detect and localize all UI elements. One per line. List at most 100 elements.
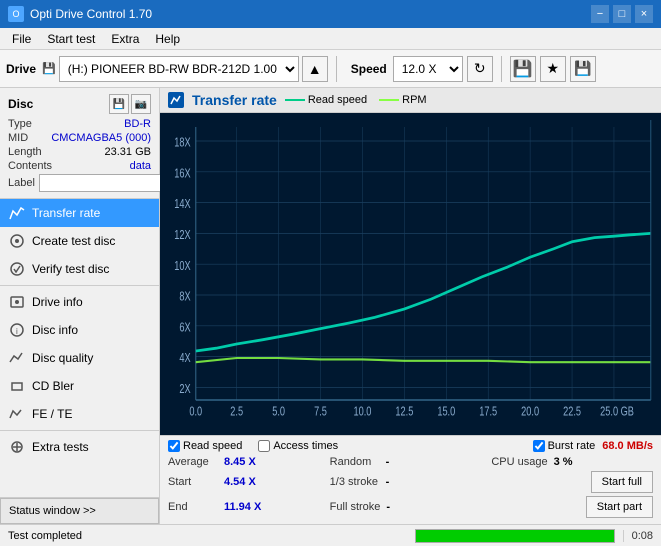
disc-icon-btn-2[interactable]: 📷 — [131, 94, 151, 114]
sidebar: Disc 💾 📷 Type BD-R MID CMCMAGBA5 (000) L… — [0, 88, 160, 524]
minimize-button[interactable]: − — [591, 5, 609, 23]
svg-text:12.5: 12.5 — [395, 405, 413, 419]
nav-create-test-disc[interactable]: Create test disc — [0, 227, 159, 255]
mid-value: CMCMAGBA5 (000) — [51, 132, 151, 144]
contents-label: Contents — [8, 160, 52, 172]
speed-label: Speed — [351, 62, 387, 76]
length-label: Length — [8, 146, 42, 158]
eject-button[interactable]: ▲ — [302, 56, 328, 82]
start-full-button[interactable]: Start full — [591, 471, 653, 493]
nav-menu: Transfer rate Create test disc Verify te… — [0, 199, 159, 497]
disc-info-icon: i — [8, 321, 26, 339]
status-bar: Test completed 0:08 — [0, 524, 661, 546]
svg-text:8X: 8X — [179, 290, 191, 304]
svg-text:5.0: 5.0 — [272, 405, 285, 419]
stats-cell-cpu: CPU usage 3 % — [491, 456, 653, 468]
nav-disc-info-label: Disc info — [32, 323, 78, 337]
content-area: Transfer rate Read speed RPM — [160, 88, 661, 524]
menu-extra[interactable]: Extra — [103, 30, 147, 48]
disc-section: Disc 💾 📷 Type BD-R MID CMCMAGBA5 (000) L… — [0, 88, 159, 199]
svg-text:25.0 GB: 25.0 GB — [600, 405, 634, 419]
nav-disc-quality[interactable]: Disc quality — [0, 344, 159, 372]
disc-icon-btn-1[interactable]: 💾 — [109, 94, 129, 114]
access-times-checkbox[interactable] — [258, 440, 270, 452]
menu-file[interactable]: File — [4, 30, 39, 48]
menu-help[interactable]: Help — [147, 30, 188, 48]
disc-button[interactable]: 💾 — [510, 56, 536, 82]
nav-cd-bler[interactable]: CD Bler — [0, 372, 159, 400]
toolbar-separator-1 — [336, 56, 337, 82]
stats-cell-start: Start 4.54 X — [168, 471, 330, 493]
legend-rpm: RPM — [379, 94, 426, 106]
chart-icon — [168, 92, 184, 108]
drive-label: Drive — [6, 62, 36, 76]
nav-fe-te-label: FE / TE — [32, 407, 72, 421]
chart-svg: 2X 4X 6X 8X 10X 12X 14X 16X 18X 0.0 2.5 … — [160, 113, 661, 435]
svg-text:10X: 10X — [174, 260, 191, 274]
legend-rpm-label: RPM — [402, 94, 426, 106]
cpu-label: CPU usage — [491, 456, 547, 468]
read-speed-checkbox[interactable] — [168, 440, 180, 452]
stats-row-2: Start 4.54 X 1/3 stroke - Start full — [168, 471, 653, 493]
end-label: End — [168, 501, 218, 513]
stroke-1-3-label: 1/3 stroke — [330, 476, 380, 488]
nav-disc-info[interactable]: i Disc info — [0, 316, 159, 344]
svg-text:18X: 18X — [174, 136, 191, 150]
legend-read-speed: Read speed — [285, 94, 367, 106]
status-text: Test completed — [0, 530, 415, 542]
speed-select[interactable]: 12.0 X — [393, 56, 463, 82]
main-area: Disc 💾 📷 Type BD-R MID CMCMAGBA5 (000) L… — [0, 88, 661, 524]
title-bar: O Opti Drive Control 1.70 − □ × — [0, 0, 661, 28]
svg-text:10.0: 10.0 — [353, 405, 371, 419]
svg-text:15.0: 15.0 — [437, 405, 455, 419]
legend-read-speed-label: Read speed — [308, 94, 367, 106]
stats-cell-1-3-stroke: 1/3 stroke - — [330, 471, 492, 493]
start-part-button[interactable]: Start part — [586, 496, 653, 518]
svg-text:17.5: 17.5 — [479, 405, 497, 419]
nav-drive-info-label: Drive info — [32, 295, 83, 309]
burst-rate-checkbox-label: Burst rate — [548, 440, 596, 452]
burn-button[interactable]: ★ — [540, 56, 566, 82]
fe-te-icon — [8, 405, 26, 423]
stroke-1-3-value: - — [386, 476, 390, 488]
refresh-button[interactable]: ↻ — [467, 56, 493, 82]
maximize-button[interactable]: □ — [613, 5, 631, 23]
access-times-checkbox-item: Access times — [258, 440, 338, 452]
nav-cd-bler-label: CD Bler — [32, 379, 74, 393]
type-label: Type — [8, 118, 32, 130]
nav-divider-2 — [0, 430, 159, 431]
chart-legend: Read speed RPM — [285, 94, 427, 106]
drive-info-icon — [8, 293, 26, 311]
svg-text:16X: 16X — [174, 167, 191, 181]
mid-label: MID — [8, 132, 28, 144]
svg-text:0.0: 0.0 — [189, 405, 202, 419]
nav-extra-tests[interactable]: Extra tests — [0, 433, 159, 461]
nav-fe-te[interactable]: FE / TE — [0, 400, 159, 428]
burst-rate-value: 68.0 MB/s — [602, 440, 653, 452]
burst-rate-checkbox[interactable] — [533, 440, 545, 452]
app-title: Opti Drive Control 1.70 — [30, 7, 152, 21]
stats-cell-average: Average 8.45 X — [168, 456, 330, 468]
disc-quality-icon — [8, 349, 26, 367]
svg-text:20.0: 20.0 — [521, 405, 539, 419]
label-label: Label — [8, 177, 35, 189]
nav-verify-test-disc-label: Verify test disc — [32, 262, 109, 276]
menu-start-test[interactable]: Start test — [39, 30, 103, 48]
svg-text:4X: 4X — [179, 352, 191, 366]
status-window-btn[interactable]: Status window >> — [0, 498, 159, 524]
nav-create-test-disc-label: Create test disc — [32, 234, 115, 248]
save-button[interactable]: 💾 — [570, 56, 596, 82]
chart-header: Transfer rate Read speed RPM — [160, 88, 661, 113]
drive-select[interactable]: (H:) PIONEER BD-RW BDR-212D 1.00 — [59, 56, 299, 82]
svg-text:14X: 14X — [174, 198, 191, 212]
nav-drive-info[interactable]: Drive info — [0, 288, 159, 316]
start-value: 4.54 X — [224, 476, 256, 488]
nav-verify-test-disc[interactable]: Verify test disc — [0, 255, 159, 283]
stats-checkboxes: Read speed Access times Burst rate 68.0 … — [168, 440, 653, 452]
create-test-disc-icon — [8, 232, 26, 250]
stats-cell-end: End 11.94 X — [168, 496, 330, 518]
cpu-value: 3 % — [554, 456, 573, 468]
svg-text:6X: 6X — [179, 321, 191, 335]
close-button[interactable]: × — [635, 5, 653, 23]
nav-transfer-rate[interactable]: Transfer rate — [0, 199, 159, 227]
